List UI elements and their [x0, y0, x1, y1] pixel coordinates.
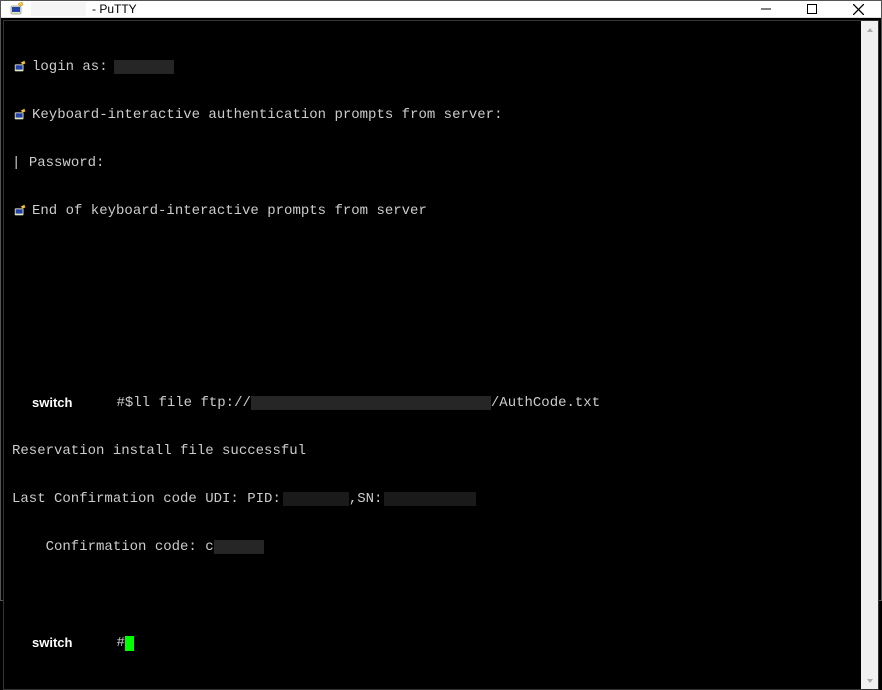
scrollbar-up-arrow[interactable]: [861, 21, 878, 38]
titlebar-redacted: [31, 2, 86, 16]
password-line: Password:: [29, 155, 105, 171]
conf-code-line: Confirmation code: c: [12, 539, 214, 555]
reservation-line: Reservation install file successful: [12, 443, 306, 459]
prompt-host: switch: [32, 635, 72, 651]
terminal-container: login as: Keyboard-interactive authentic…: [3, 20, 879, 690]
scrollbar-down-arrow[interactable]: [861, 672, 878, 689]
titlebar-controls: [743, 1, 881, 17]
last-conf-prefix: Last Confirmation code UDI: PID:: [12, 491, 281, 507]
maximize-button[interactable]: [789, 1, 835, 17]
scrollbar[interactable]: [861, 21, 878, 689]
cmd-suffix: /AuthCode.txt: [491, 395, 600, 411]
cmd-prefix: #$ll file ftp://: [116, 395, 250, 411]
end-prompts-line: End of keyboard-interactive prompts from…: [32, 203, 427, 219]
cursor-prefix: #: [116, 635, 124, 651]
redacted-code: [214, 540, 264, 554]
prompt-host: switch: [32, 395, 72, 411]
putty-prompt-icon: [12, 107, 28, 123]
titlebar-left: - PuTTY: [9, 1, 137, 17]
minimize-button[interactable]: [743, 1, 789, 17]
login-line: login as:: [32, 59, 108, 75]
putty-icon: [9, 1, 25, 17]
putty-prompt-icon: [12, 203, 28, 219]
kbd-interactive-line: Keyboard-interactive authentication prom…: [32, 107, 502, 123]
putty-prompt-icon: [12, 59, 28, 75]
close-button[interactable]: [835, 1, 881, 17]
password-prefix: |: [12, 155, 29, 171]
last-conf-mid: ,SN:: [349, 491, 383, 507]
cursor: [125, 636, 134, 651]
redacted-pid: [283, 492, 349, 506]
terminal[interactable]: login as: Keyboard-interactive authentic…: [4, 21, 861, 689]
window-title: - PuTTY: [92, 2, 137, 16]
window-frame: - PuTTY lo: [0, 0, 882, 601]
redacted-ftp: [251, 396, 491, 410]
redacted-login: [114, 60, 174, 74]
redacted-sn: [384, 492, 476, 506]
titlebar[interactable]: - PuTTY: [1, 1, 881, 18]
